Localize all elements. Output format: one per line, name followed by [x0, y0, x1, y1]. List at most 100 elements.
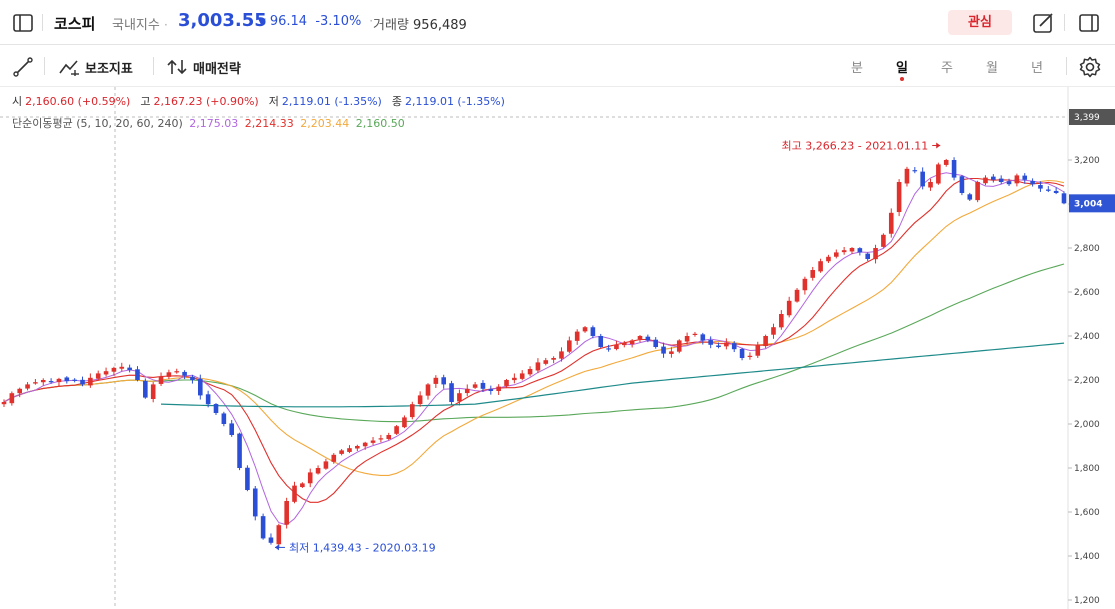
- indicator-button[interactable]: 보조지표: [58, 56, 133, 78]
- candle-body: [692, 333, 698, 335]
- y-tick-label: 1,200: [1074, 596, 1100, 606]
- candle-body: [88, 377, 93, 386]
- candle-body: [991, 176, 996, 180]
- candle-body: [425, 384, 431, 396]
- candle-body: [881, 234, 886, 247]
- period-minute[interactable]: 분: [847, 57, 867, 76]
- candle-body: [629, 340, 635, 345]
- candle-body: [33, 382, 38, 384]
- candle-body: [464, 388, 470, 394]
- candlesticks: [1, 157, 1067, 548]
- edit-icon[interactable]: [1030, 10, 1056, 36]
- low-value: 2,119.01 (-1.35%): [281, 95, 382, 108]
- candle-body: [457, 393, 462, 402]
- candle-body: [818, 261, 823, 272]
- candle-body: [676, 340, 682, 352]
- candle-body: [1030, 181, 1035, 185]
- candle-body: [409, 404, 415, 418]
- candle-body: [896, 182, 902, 213]
- candle-body: [245, 467, 250, 490]
- candle-body: [637, 336, 643, 340]
- candle-body: [25, 384, 30, 389]
- y-axis: 3,2003,0002,8002,6002,4002,2002,0001,800…: [1068, 109, 1115, 606]
- volume: 거래량 956,489: [373, 14, 467, 33]
- period-year[interactable]: 년: [1027, 57, 1047, 76]
- candle-body: [205, 394, 211, 405]
- candle-body: [1045, 189, 1051, 191]
- candle-body: [983, 177, 988, 184]
- candle-body: [739, 348, 745, 358]
- header-divider: [42, 14, 43, 31]
- candle-body: [292, 485, 297, 502]
- close-label: 종: [391, 95, 402, 108]
- candle-body: [496, 386, 501, 391]
- open-label: 시: [12, 95, 23, 108]
- candle-body: [119, 366, 125, 369]
- ma20-line: [3, 179, 1065, 476]
- period-month[interactable]: 월: [982, 57, 1002, 76]
- toolbar: 보조지표 매매전략 분 일 주 월 년: [0, 45, 1115, 87]
- candle-body: [103, 371, 109, 375]
- candle-body: [582, 327, 588, 332]
- candle-body: [912, 170, 918, 172]
- candle-body: [488, 389, 494, 391]
- candle-body: [724, 342, 729, 347]
- candle-body: [598, 335, 604, 347]
- index-subtitle: 국내지수 ·: [112, 18, 168, 33]
- watch-button[interactable]: 관심: [948, 10, 1012, 35]
- candle-body: [127, 367, 132, 371]
- candle-body: [362, 442, 368, 447]
- candle-body: [284, 501, 289, 525]
- period-week[interactable]: 주: [937, 57, 957, 76]
- ma10-line: [3, 177, 1065, 503]
- candle-body: [378, 438, 384, 440]
- candle-body: [645, 336, 651, 341]
- sidebar-toggle-icon[interactable]: [10, 10, 36, 36]
- panel-icon[interactable]: [1076, 10, 1102, 36]
- active-period-dot: [900, 77, 904, 81]
- candle-body: [72, 379, 77, 381]
- close-value: 2,119.01 (-1.35%): [404, 95, 505, 108]
- candle-body: [402, 417, 407, 428]
- line-draw-icon[interactable]: [12, 56, 34, 78]
- candle-body: [512, 377, 517, 381]
- candle-body: [614, 344, 619, 350]
- candle-body: [967, 194, 973, 200]
- candle-body: [661, 346, 666, 354]
- period-day[interactable]: 일: [892, 57, 912, 76]
- y-tick-label: 1,800: [1074, 464, 1100, 474]
- ma20-value: 2,203.44: [300, 117, 350, 130]
- candle-body: [928, 182, 933, 188]
- candle-body: [1, 402, 7, 405]
- candle-body: [190, 376, 195, 380]
- candle-body: [347, 448, 352, 452]
- candle-body: [535, 362, 541, 371]
- ma5-value: 2,175.03: [189, 117, 239, 130]
- candle-body: [708, 340, 713, 345]
- candle-body: [1053, 190, 1059, 193]
- strategy-button[interactable]: 매매전략: [166, 56, 241, 78]
- candle-body: [95, 373, 101, 379]
- candle-body: [669, 351, 674, 354]
- y-tick-label: 1,600: [1074, 508, 1100, 518]
- current-value: 3,004: [1074, 199, 1102, 209]
- candle-body: [174, 371, 180, 373]
- candle-body: [543, 360, 549, 364]
- candle-body: [260, 516, 266, 539]
- candle-body: [574, 331, 580, 341]
- header-divider-2: [1064, 14, 1065, 31]
- candle-body: [802, 278, 808, 291]
- strategy-label: 매매전략: [193, 61, 241, 77]
- candle-body: [716, 345, 721, 347]
- candle-body: [48, 381, 54, 383]
- price-chart[interactable]: 3,2003,0002,8002,6002,4002,2002,0001,800…: [0, 87, 1115, 609]
- gear-icon[interactable]: [1078, 55, 1102, 79]
- candle-body: [590, 327, 596, 336]
- subtitle-text: 국내지수: [112, 18, 160, 33]
- y-tick-label: 1,400: [1074, 552, 1100, 562]
- candle-body: [794, 289, 800, 302]
- toolbar-divider: [44, 57, 45, 75]
- candle-body: [731, 343, 737, 350]
- toolbar-divider-3: [1066, 57, 1067, 75]
- candle-body: [771, 327, 776, 335]
